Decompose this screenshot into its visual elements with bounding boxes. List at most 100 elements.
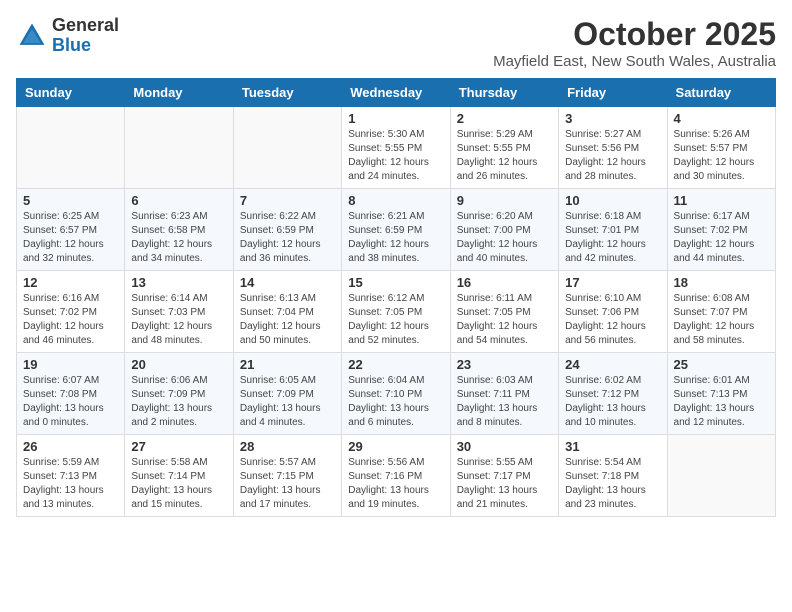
day-info: Sunrise: 6:11 AM Sunset: 7:05 PM Dayligh… [457,292,552,348]
day-number: 21 [240,357,335,372]
calendar-day-cell: 27 Sunrise: 5:58 AM Sunset: 7:14 PM Dayli… [125,435,233,517]
day-number: 14 [240,275,335,290]
day-number: 1 [348,111,443,126]
calendar-day-cell: 9 Sunrise: 6:20 AM Sunset: 7:00 PM Daylig… [450,189,558,271]
day-number: 18 [674,275,769,290]
day-number: 8 [348,193,443,208]
day-number: 29 [348,439,443,454]
calendar-week-row: 12Sunrise: 6:16 AM Sunset: 7:02 PM Dayli… [17,271,776,353]
calendar-day-cell: 12Sunrise: 6:16 AM Sunset: 7:02 PM Dayli… [17,271,125,353]
calendar-week-row: 1 Sunrise: 5:30 AM Sunset: 5:55 PM Daylig… [17,107,776,189]
calendar-day-cell: 29 Sunrise: 5:56 AM Sunset: 7:16 PM Dayli… [342,435,450,517]
weekday-header-friday: Friday [559,79,667,107]
day-number: 23 [457,357,552,372]
day-info: Sunrise: 6:22 AM Sunset: 6:59 PM Dayligh… [240,210,335,266]
day-info: Sunrise: 5:29 AM Sunset: 5:55 PM Dayligh… [457,128,552,184]
day-number: 6 [131,193,226,208]
day-info: Sunrise: 5:27 AM Sunset: 5:56 PM Dayligh… [565,128,660,184]
calendar-day-cell: 22Sunrise: 6:04 AM Sunset: 7:10 PM Dayli… [342,353,450,435]
day-info: Sunrise: 5:26 AM Sunset: 5:57 PM Dayligh… [674,128,769,184]
logo-blue-text: Blue [52,35,91,55]
calendar-day-cell: 23 Sunrise: 6:03 AM Sunset: 7:11 PM Dayli… [450,353,558,435]
calendar-day-cell: 8Sunrise: 6:21 AM Sunset: 6:59 PM Daylig… [342,189,450,271]
title-block: October 2025 Mayfield East, New South Wa… [493,16,776,70]
day-number: 5 [23,193,118,208]
calendar-day-cell: 5 Sunrise: 6:25 AM Sunset: 6:57 PM Daylig… [17,189,125,271]
calendar-day-cell: 3 Sunrise: 5:27 AM Sunset: 5:56 PM Daylig… [559,107,667,189]
day-info: Sunrise: 6:06 AM Sunset: 7:09 PM Dayligh… [131,374,226,430]
day-info: Sunrise: 5:55 AM Sunset: 7:17 PM Dayligh… [457,456,552,512]
day-number: 13 [131,275,226,290]
logo-general-text: General [52,15,119,35]
calendar-day-cell: 26 Sunrise: 5:59 AM Sunset: 7:13 PM Dayli… [17,435,125,517]
calendar-day-cell: 16 Sunrise: 6:11 AM Sunset: 7:05 PM Dayli… [450,271,558,353]
day-number: 15 [348,275,443,290]
calendar-day-cell: 10Sunrise: 6:18 AM Sunset: 7:01 PM Dayli… [559,189,667,271]
weekday-header-monday: Monday [125,79,233,107]
day-info: Sunrise: 6:04 AM Sunset: 7:10 PM Dayligh… [348,374,443,430]
day-info: Sunrise: 6:20 AM Sunset: 7:00 PM Dayligh… [457,210,552,266]
day-number: 24 [565,357,660,372]
day-info: Sunrise: 5:56 AM Sunset: 7:16 PM Dayligh… [348,456,443,512]
calendar-day-cell [17,107,125,189]
day-info: Sunrise: 6:14 AM Sunset: 7:03 PM Dayligh… [131,292,226,348]
calendar-day-cell [667,435,775,517]
calendar-day-cell: 25 Sunrise: 6:01 AM Sunset: 7:13 PM Dayli… [667,353,775,435]
day-info: Sunrise: 5:58 AM Sunset: 7:14 PM Dayligh… [131,456,226,512]
day-info: Sunrise: 6:02 AM Sunset: 7:12 PM Dayligh… [565,374,660,430]
day-number: 27 [131,439,226,454]
weekday-header-sunday: Sunday [17,79,125,107]
day-number: 26 [23,439,118,454]
calendar-day-cell: 30 Sunrise: 5:55 AM Sunset: 7:17 PM Dayli… [450,435,558,517]
day-number: 31 [565,439,660,454]
day-info: Sunrise: 6:10 AM Sunset: 7:06 PM Dayligh… [565,292,660,348]
calendar-day-cell [233,107,341,189]
day-info: Sunrise: 6:25 AM Sunset: 6:57 PM Dayligh… [23,210,118,266]
day-info: Sunrise: 6:01 AM Sunset: 7:13 PM Dayligh… [674,374,769,430]
month-year-title: October 2025 [493,16,776,53]
calendar-day-cell [125,107,233,189]
calendar-day-cell: 7 Sunrise: 6:22 AM Sunset: 6:59 PM Daylig… [233,189,341,271]
day-number: 11 [674,193,769,208]
calendar-day-cell: 20Sunrise: 6:06 AM Sunset: 7:09 PM Dayli… [125,353,233,435]
day-info: Sunrise: 5:59 AM Sunset: 7:13 PM Dayligh… [23,456,118,512]
calendar-day-cell: 1 Sunrise: 5:30 AM Sunset: 5:55 PM Daylig… [342,107,450,189]
day-info: Sunrise: 6:23 AM Sunset: 6:58 PM Dayligh… [131,210,226,266]
calendar-day-cell: 19Sunrise: 6:07 AM Sunset: 7:08 PM Dayli… [17,353,125,435]
calendar-day-cell: 11 Sunrise: 6:17 AM Sunset: 7:02 PM Dayli… [667,189,775,271]
calendar-day-cell: 6 Sunrise: 6:23 AM Sunset: 6:58 PM Daylig… [125,189,233,271]
day-number: 3 [565,111,660,126]
day-number: 28 [240,439,335,454]
calendar-day-cell: 24 Sunrise: 6:02 AM Sunset: 7:12 PM Dayli… [559,353,667,435]
weekday-header-tuesday: Tuesday [233,79,341,107]
logo: General Blue [16,16,119,56]
calendar-day-cell: 28Sunrise: 5:57 AM Sunset: 7:15 PM Dayli… [233,435,341,517]
day-number: 30 [457,439,552,454]
day-info: Sunrise: 6:16 AM Sunset: 7:02 PM Dayligh… [23,292,118,348]
calendar-day-cell: 21 Sunrise: 6:05 AM Sunset: 7:09 PM Dayli… [233,353,341,435]
day-number: 4 [674,111,769,126]
calendar-day-cell: 18Sunrise: 6:08 AM Sunset: 7:07 PM Dayli… [667,271,775,353]
calendar-day-cell: 31 Sunrise: 5:54 AM Sunset: 7:18 PM Dayli… [559,435,667,517]
calendar-week-row: 5 Sunrise: 6:25 AM Sunset: 6:57 PM Daylig… [17,189,776,271]
day-info: Sunrise: 6:07 AM Sunset: 7:08 PM Dayligh… [23,374,118,430]
day-info: Sunrise: 6:17 AM Sunset: 7:02 PM Dayligh… [674,210,769,266]
calendar-week-row: 26 Sunrise: 5:59 AM Sunset: 7:13 PM Dayli… [17,435,776,517]
day-number: 25 [674,357,769,372]
calendar-day-cell: 14 Sunrise: 6:13 AM Sunset: 7:04 PM Dayli… [233,271,341,353]
day-info: Sunrise: 6:05 AM Sunset: 7:09 PM Dayligh… [240,374,335,430]
location-subtitle: Mayfield East, New South Wales, Australi… [493,53,776,70]
day-number: 7 [240,193,335,208]
day-info: Sunrise: 6:18 AM Sunset: 7:01 PM Dayligh… [565,210,660,266]
day-info: Sunrise: 6:13 AM Sunset: 7:04 PM Dayligh… [240,292,335,348]
day-number: 16 [457,275,552,290]
day-info: Sunrise: 5:30 AM Sunset: 5:55 PM Dayligh… [348,128,443,184]
day-info: Sunrise: 6:03 AM Sunset: 7:11 PM Dayligh… [457,374,552,430]
calendar-day-cell: 13 Sunrise: 6:14 AM Sunset: 7:03 PM Dayli… [125,271,233,353]
calendar-day-cell: 2Sunrise: 5:29 AM Sunset: 5:55 PM Daylig… [450,107,558,189]
calendar-day-cell: 17Sunrise: 6:10 AM Sunset: 7:06 PM Dayli… [559,271,667,353]
day-info: Sunrise: 5:54 AM Sunset: 7:18 PM Dayligh… [565,456,660,512]
page-header: General Blue October 2025 Mayfield East,… [16,16,776,70]
weekday-header-saturday: Saturday [667,79,775,107]
day-number: 9 [457,193,552,208]
